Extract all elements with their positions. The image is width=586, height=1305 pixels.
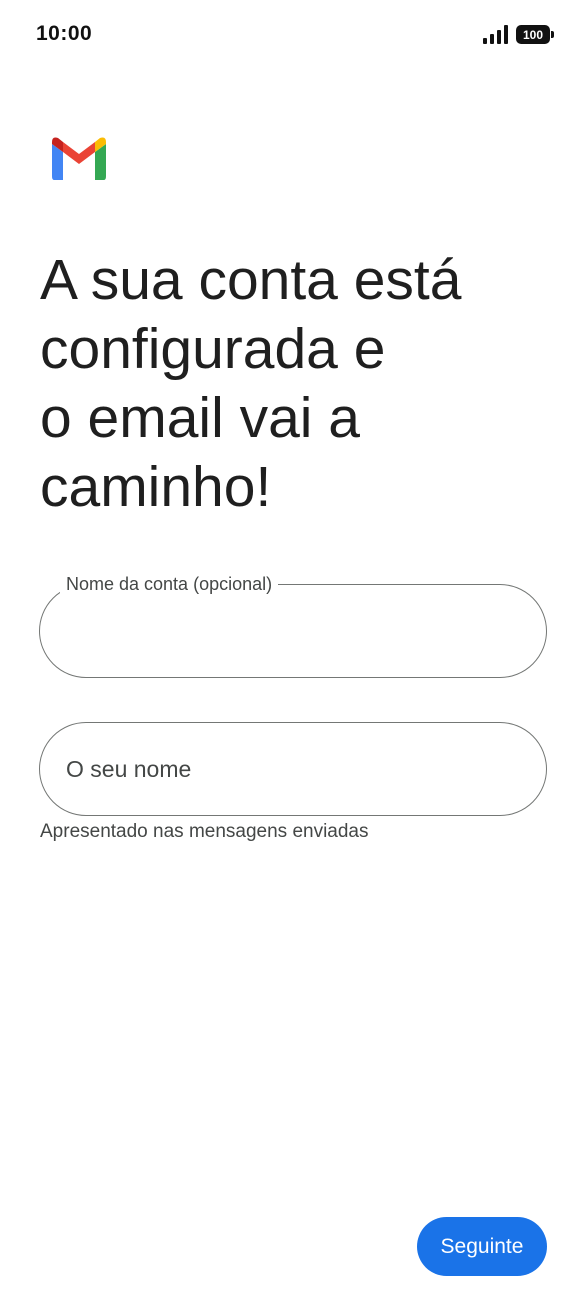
- title-line: o email vai a: [40, 386, 360, 450]
- status-bar: 10:00 100: [0, 0, 586, 68]
- battery-icon: 100: [516, 25, 554, 44]
- your-name-input[interactable]: [40, 723, 546, 815]
- page-title: A sua conta está configurada e o email v…: [40, 246, 560, 522]
- title-line: configurada e: [40, 317, 386, 381]
- title-line: caminho!: [40, 455, 272, 519]
- status-time: 10:00: [36, 22, 93, 45]
- gmail-logo-icon: [52, 137, 106, 180]
- your-name-field[interactable]: [39, 722, 547, 816]
- account-name-field[interactable]: Nome da conta (opcional): [39, 573, 547, 678]
- next-button[interactable]: Seguinte: [417, 1217, 547, 1276]
- account-setup-screen: 10:00 100 A sua conta está configurada e…: [0, 0, 586, 1305]
- title-line: A sua conta está: [40, 248, 462, 312]
- your-name-helper-text: Apresentado nas mensagens enviadas: [40, 821, 369, 842]
- account-name-input[interactable]: [40, 585, 546, 677]
- status-icons: 100: [483, 24, 554, 44]
- battery-level: 100: [522, 27, 544, 42]
- signal-icon: [483, 25, 508, 44]
